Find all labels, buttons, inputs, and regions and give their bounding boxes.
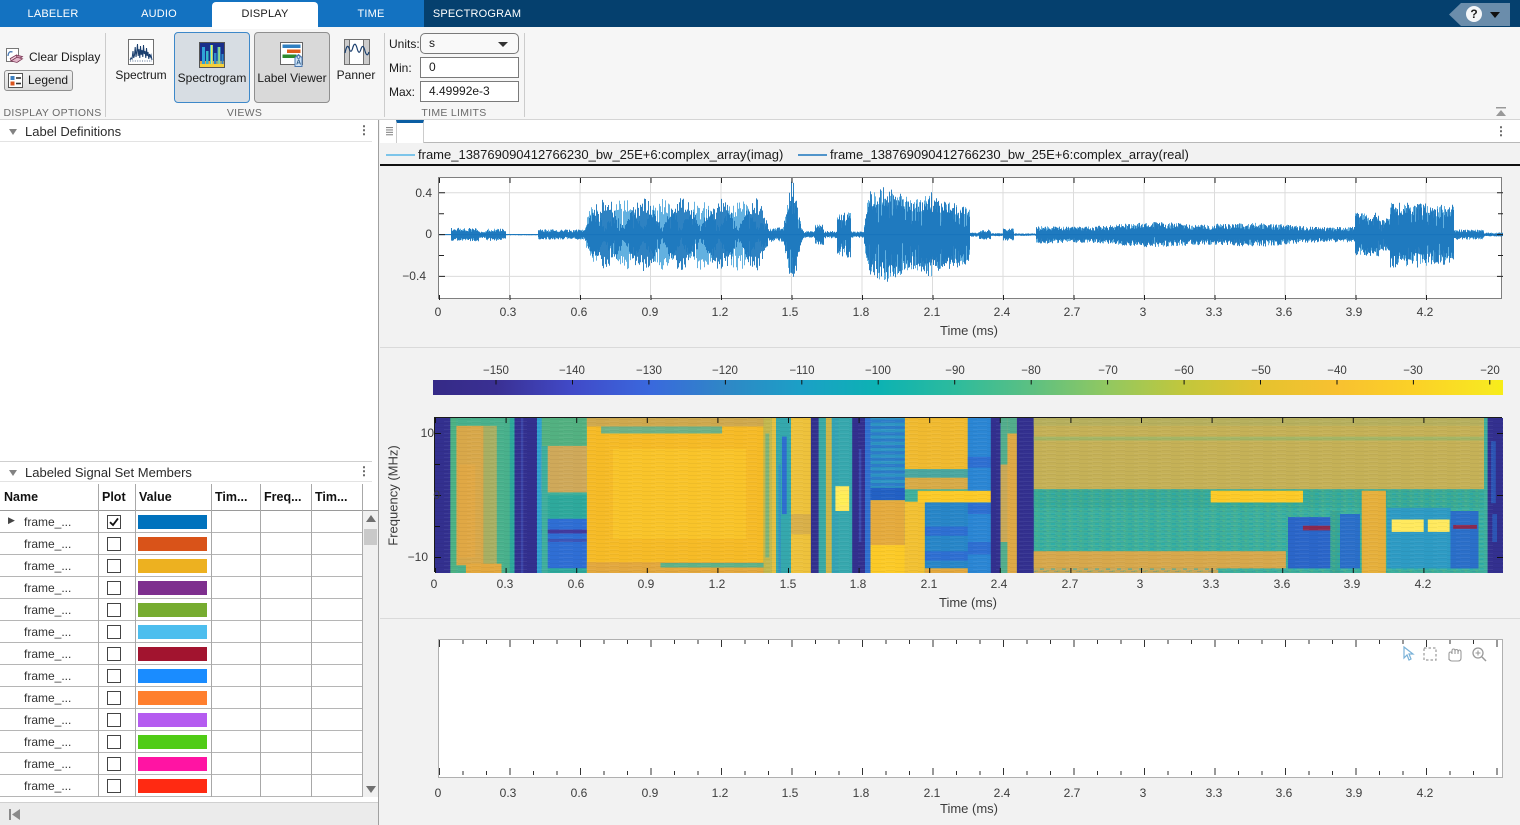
svg-text:A: A bbox=[296, 60, 301, 67]
